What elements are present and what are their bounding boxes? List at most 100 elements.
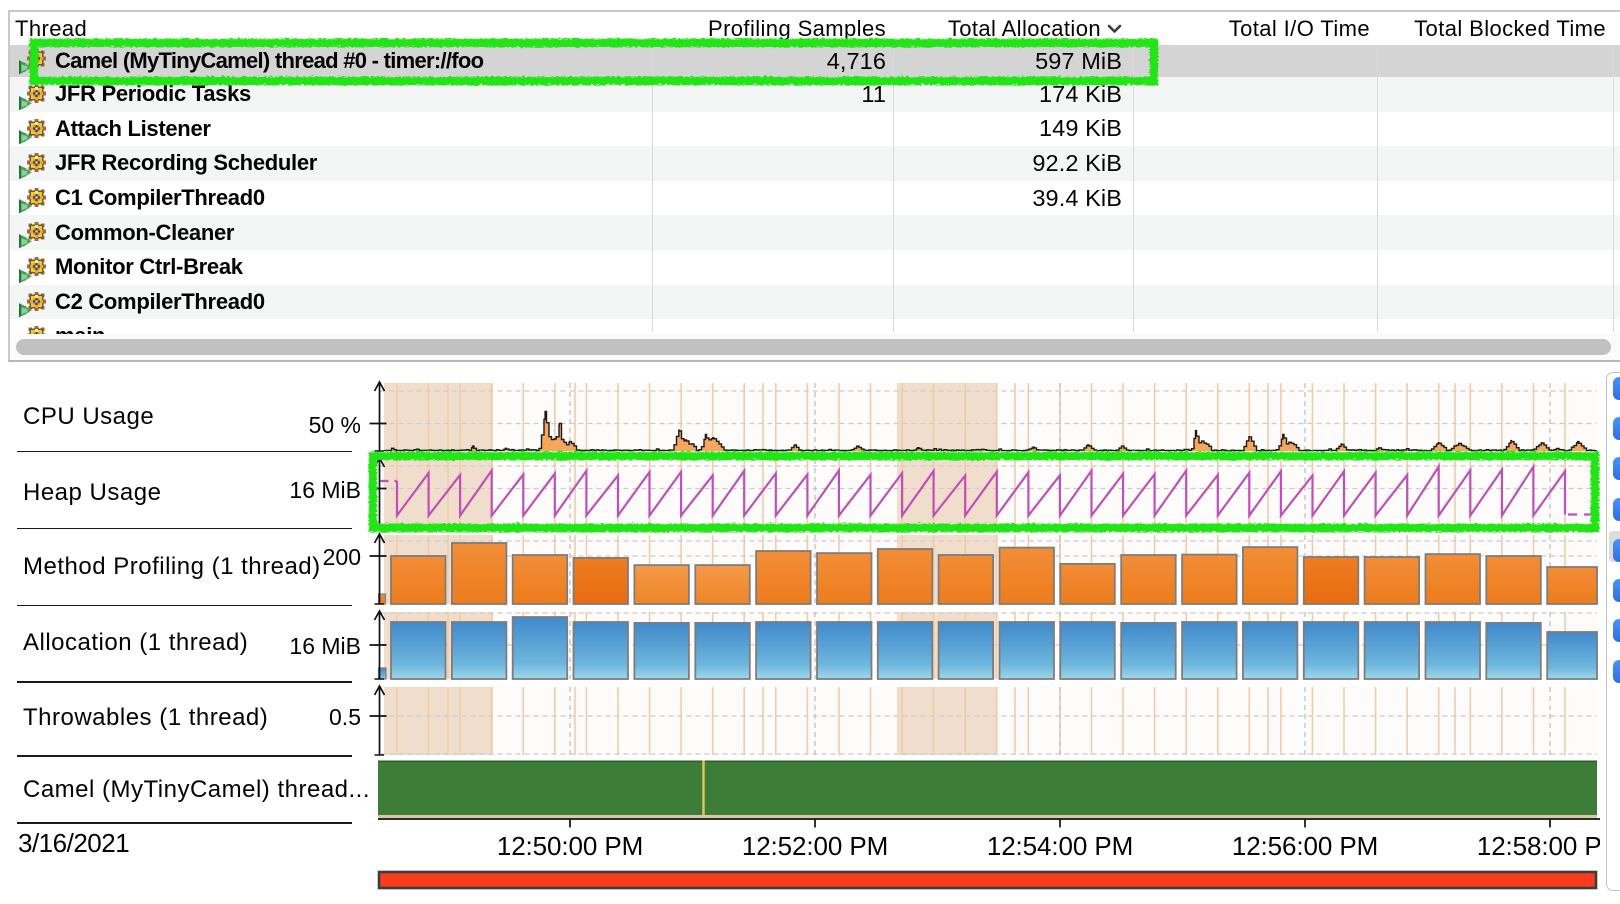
thread-name: JFR Periodic Tasks — [10, 77, 652, 112]
thread-io — [1133, 285, 1377, 320]
thread-blocked — [1377, 250, 1613, 285]
thread-samples — [652, 181, 893, 216]
chart-config-button[interactable] — [1613, 457, 1620, 480]
method-profiling-bar — [513, 555, 568, 604]
thread-name: Camel (MyTinyCamel) thread #0 - timer://… — [10, 45, 652, 77]
column-header-total-blocked-time[interactable]: Total Blocked Time — [1377, 12, 1613, 45]
allocation-bar — [1304, 622, 1359, 679]
time-tick-label: 12:54:00 PM — [987, 831, 1133, 861]
chart-config-button[interactable] — [1613, 619, 1620, 642]
thread-io — [1133, 77, 1377, 112]
table-row[interactable]: Attach Listener149 KiB — [10, 112, 1620, 147]
allocation-bar — [695, 623, 750, 679]
range-navigator-bar[interactable] — [379, 872, 1596, 888]
table-row[interactable]: main — [10, 319, 1620, 334]
method-profiling-bar — [939, 555, 994, 604]
thread-name: main — [10, 319, 652, 334]
thread-blocked — [1377, 181, 1613, 216]
thread-table-rows: Camel (MyTinyCamel) thread #0 - timer://… — [10, 45, 1620, 334]
thread-blocked — [1377, 146, 1613, 181]
table-hscrollbar-thumb[interactable] — [16, 339, 1611, 355]
column-header-profiling-samples[interactable]: Profiling Samples — [652, 12, 893, 45]
column-divider — [652, 45, 653, 332]
method-profiling-bar — [695, 565, 750, 604]
method-profiling-bar — [1243, 547, 1298, 604]
thread-samples — [652, 215, 893, 250]
thread-allocation: 39.4 KiB — [893, 181, 1133, 216]
thread-blocked — [1377, 45, 1613, 77]
allocation-bar — [756, 622, 811, 679]
column-header-total-allocation[interactable]: Total Allocation — [893, 12, 1133, 45]
thread-io — [1133, 112, 1377, 147]
thread-blocked — [1377, 112, 1613, 147]
method-profiling-bar — [634, 565, 689, 604]
chart-config-button[interactable] — [1613, 539, 1620, 562]
chart-config-button[interactable] — [1613, 417, 1620, 440]
method-profiling-bar — [1060, 564, 1115, 604]
allocation-bar — [1365, 622, 1420, 679]
table-row[interactable]: Common-Cleaner — [10, 215, 1620, 250]
method-profiling-bar — [1365, 557, 1420, 604]
allocation-bars — [379, 617, 1598, 679]
thread-allocation — [893, 285, 1133, 320]
allocation-bar — [1182, 622, 1237, 679]
method-profiling-bar — [574, 558, 629, 604]
table-row[interactable]: JFR Recording Scheduler92.2 KiB — [10, 146, 1620, 181]
thread-blocked — [1377, 215, 1613, 250]
column-divider — [1613, 45, 1614, 332]
thread-samples — [652, 319, 893, 334]
allocation-bar — [513, 617, 568, 679]
thread-samples: 11 — [652, 77, 893, 112]
thread-name: Monitor Ctrl-Break — [10, 250, 652, 285]
chart-config-button[interactable] — [1613, 660, 1620, 683]
time-tick-label: 12:56:00 PM — [1232, 831, 1378, 861]
thread-allocation: 174 KiB — [893, 77, 1133, 112]
method-profiling-bar — [391, 556, 446, 604]
allocation-bar — [817, 622, 872, 679]
column-divider — [1377, 45, 1378, 332]
thread-name: Common-Cleaner — [10, 215, 652, 250]
table-row[interactable]: C2 CompilerThread0 — [10, 285, 1620, 320]
allocation-bar — [452, 622, 507, 679]
method-profiling-bar — [1182, 555, 1237, 604]
table-row[interactable]: JFR Periodic Tasks11174 KiB — [10, 77, 1620, 112]
thread-allocation — [893, 319, 1133, 334]
method-profiling-bar — [878, 549, 933, 604]
column-header-total-i-o-time[interactable]: Total I/O Time — [1133, 12, 1377, 45]
thread-table: Thread Profiling Samples Total Allocatio… — [8, 10, 1620, 362]
table-hscrollbar-track[interactable] — [10, 334, 1620, 360]
chart-config-button[interactable] — [1613, 579, 1620, 602]
allocation-bar — [574, 622, 629, 679]
allocation-bar — [1486, 623, 1541, 679]
time-tick-label: 12:50:00 PM — [497, 831, 643, 861]
allocation-bar — [939, 622, 994, 679]
thread-allocation — [893, 215, 1133, 250]
allocation-bar — [1426, 622, 1481, 679]
table-row[interactable]: Camel (MyTinyCamel) thread #0 - timer://… — [10, 45, 1620, 77]
column-header-thread[interactable]: Thread — [10, 12, 652, 45]
sort-desc-icon — [1107, 24, 1122, 34]
thread-samples — [652, 250, 893, 285]
thread-io — [1133, 250, 1377, 285]
thread-table-header: Thread Profiling Samples Total Allocatio… — [10, 12, 1620, 45]
thread-samples — [652, 112, 893, 147]
chart-toolbar-panel — [1606, 372, 1620, 891]
method-profiling-bar — [1426, 554, 1481, 604]
timeline-plot[interactable]: 12:50:00 PM12:52:00 PM12:54:00 PM12:56:0… — [0, 368, 1620, 904]
method-profiling-bar — [1547, 567, 1597, 604]
table-row[interactable]: Monitor Ctrl-Break — [10, 250, 1620, 285]
timeline-panel: CPU Usage50 %Heap Usage16 MiBMethod Prof… — [0, 368, 1620, 904]
thread-io — [1133, 319, 1377, 334]
chart-config-button[interactable] — [1613, 498, 1620, 521]
thread-samples — [652, 285, 893, 320]
thread-name: JFR Recording Scheduler — [10, 146, 652, 181]
method-profiling-bar — [1486, 556, 1541, 604]
chart-config-button[interactable] — [1613, 377, 1620, 400]
thread-name: C2 CompilerThread0 — [10, 285, 652, 320]
thread-name: C1 CompilerThread0 — [10, 181, 652, 216]
camel-event-marker — [702, 761, 704, 816]
method-profiling-bar — [1304, 557, 1359, 604]
table-row[interactable]: C1 CompilerThread0 39.4 KiB — [10, 181, 1620, 216]
thread-samples — [652, 146, 893, 181]
allocation-bar — [878, 622, 933, 679]
